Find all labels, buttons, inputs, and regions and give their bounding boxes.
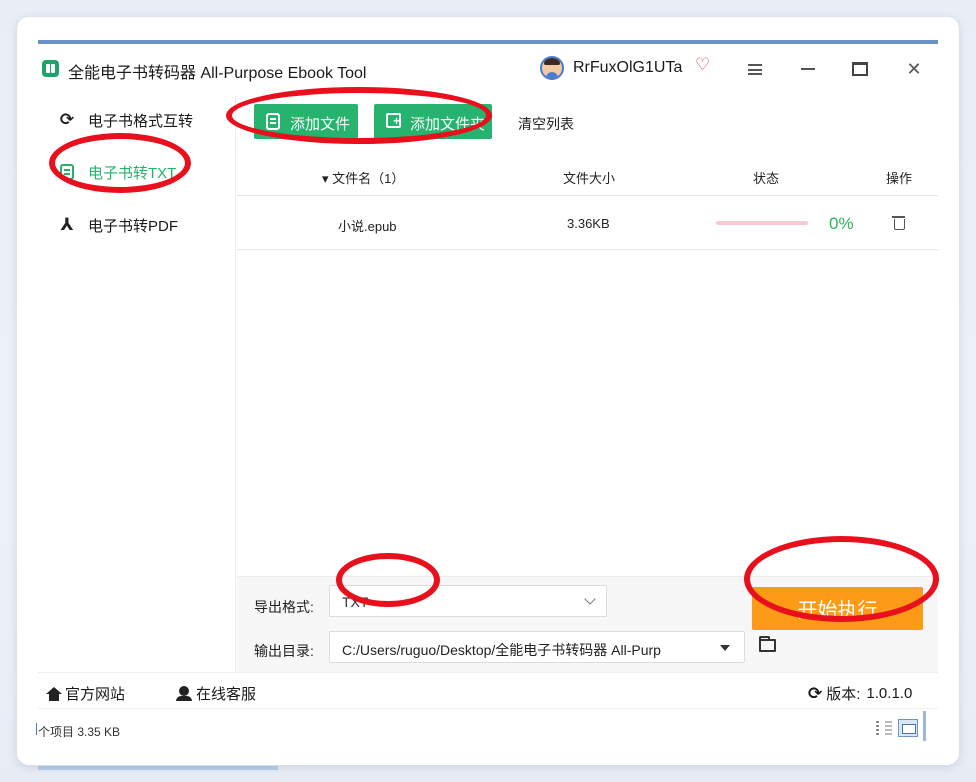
sidebar-item-label: 电子书格式互转 <box>88 112 194 130</box>
tiles-view-icon[interactable] <box>898 719 918 737</box>
refresh-icon: ⟳ <box>808 684 823 703</box>
user-avatar[interactable] <box>540 56 564 80</box>
details-view-icon[interactable] <box>876 721 892 735</box>
format-select[interactable]: TXT <box>329 585 607 617</box>
open-folder-icon[interactable] <box>759 636 776 652</box>
settings-panel: 导出格式: TXT 输出目录: C:/Users/ruguo/Desktop/全… <box>237 576 938 672</box>
add-file-button[interactable]: 添加文件 <box>254 104 358 139</box>
refresh-icon: ⟳ <box>59 110 75 129</box>
add-folder-icon <box>386 113 401 128</box>
support-icon <box>176 685 192 702</box>
sidebar-item-label: 电子书转TXT <box>88 164 177 182</box>
maximize-icon[interactable] <box>846 56 874 82</box>
status-text: 个项目 3.35 KB <box>35 723 121 739</box>
scrollbar[interactable] <box>923 711 926 741</box>
pdf-icon: ⅄ <box>60 215 74 234</box>
column-header-name[interactable]: ▾ 文件名（1） <box>322 168 404 187</box>
add-file-icon <box>266 113 280 130</box>
online-service-link[interactable]: 在线客服 <box>176 683 256 704</box>
footer: 官方网站 在线客服 ⟳ 版本: 1.0.1.0 <box>38 672 938 708</box>
version-info[interactable]: ⟳ 版本: 1.0.1.0 <box>808 683 912 704</box>
official-website-label: 官方网站 <box>65 686 126 703</box>
format-label: 导出格式: <box>254 599 314 615</box>
file-size: 3.36KB <box>567 216 610 231</box>
table-header: ▾ 文件名（1） 文件大小 状态 操作 <box>237 156 938 196</box>
progress-percent: 0% <box>829 214 854 233</box>
document-icon <box>58 163 76 181</box>
dropdown-arrow-icon <box>720 645 730 651</box>
progress-bar <box>716 221 808 225</box>
version-label: 版本: <box>826 686 861 703</box>
column-header-size: 文件大小 <box>563 171 616 186</box>
file-name: 小说.epub <box>338 219 397 234</box>
status-bar: 个项目 3.35 KB <box>35 708 938 744</box>
menu-icon[interactable] <box>741 56 769 82</box>
online-service-label: 在线客服 <box>196 686 257 703</box>
format-value: TXT <box>342 594 369 610</box>
output-label: 输出目录: <box>254 643 314 659</box>
output-dir-select[interactable]: C:/Users/ruguo/Desktop/全能电子书转码器 All-Purp <box>329 631 745 663</box>
start-button[interactable]: 开始执行 <box>752 587 923 630</box>
app-logo-icon <box>42 60 59 77</box>
sidebar-item-to-pdf[interactable]: ⅄ 电子书转PDF <box>38 205 236 245</box>
chevron-down-icon <box>584 593 596 605</box>
vip-heart-icon[interactable]: ♡ <box>695 55 710 75</box>
delete-icon[interactable] <box>892 214 905 230</box>
close-icon[interactable]: ✕ <box>900 56 928 82</box>
output-dir-value: C:/Users/ruguo/Desktop/全能电子书转码器 All-Purp <box>342 642 661 658</box>
official-website-link[interactable]: 官方网站 <box>46 683 125 704</box>
sidebar-item-format-convert[interactable]: ⟳ 电子书格式互转 <box>38 100 236 140</box>
table-row[interactable]: 小说.epub 3.36KB 0% <box>237 196 938 250</box>
add-folder-label: 添加文件夹 <box>410 116 486 133</box>
background-window-strip-bottom <box>38 766 278 770</box>
app-title: 全能电子书转码器 All-Purpose Ebook Tool <box>68 65 367 82</box>
sidebar-item-label: 电子书转PDF <box>88 217 179 235</box>
sidebar-item-to-txt[interactable]: 电子书转TXT <box>38 152 236 192</box>
add-file-label: 添加文件 <box>290 116 351 133</box>
column-header-action: 操作 <box>886 171 913 186</box>
app-window: 全能电子书转码器 All-Purpose Ebook Tool RrFuxOlG… <box>35 40 938 744</box>
column-header-status: 状态 <box>753 171 780 186</box>
add-folder-button[interactable]: 添加文件夹 <box>374 104 492 139</box>
version-value: 1.0.1.0 <box>866 685 913 702</box>
sidebar: ⟳ 电子书格式互转 电子书转TXT ⅄ 电子书转PDF <box>38 96 236 672</box>
username[interactable]: RrFuxOlG1UTa <box>573 59 682 77</box>
clear-list-button[interactable]: 清空列表 <box>518 114 574 134</box>
minimize-icon[interactable] <box>794 56 822 82</box>
home-icon <box>46 686 62 701</box>
title-bar: 全能电子书转码器 All-Purpose Ebook Tool RrFuxOlG… <box>38 44 938 96</box>
